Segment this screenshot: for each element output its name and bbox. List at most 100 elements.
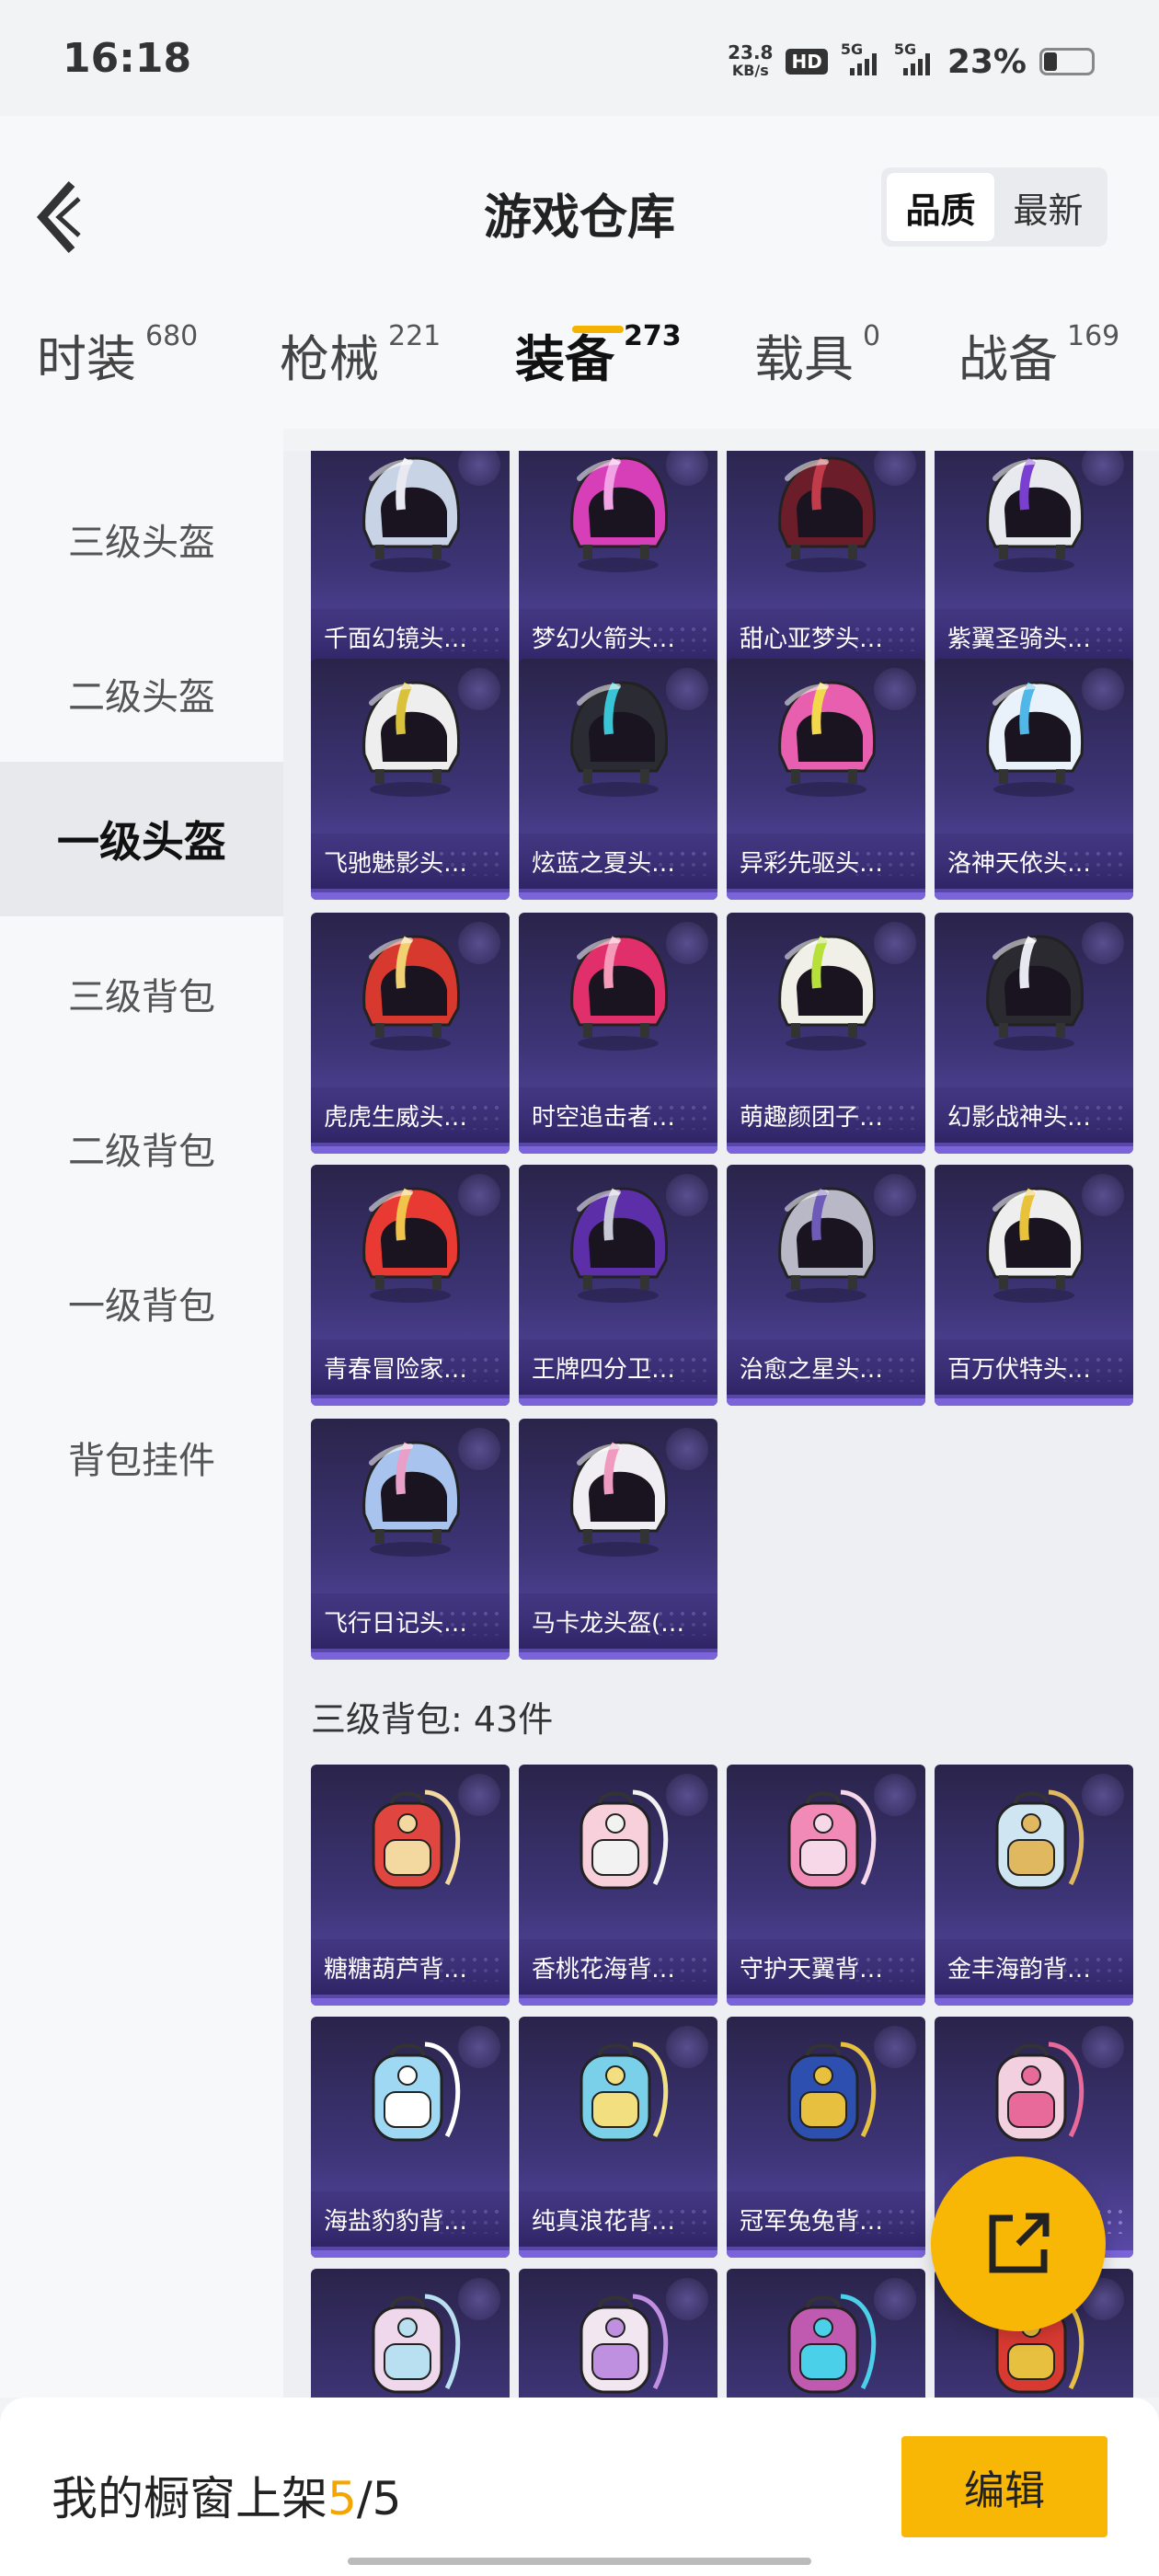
- helmet-icon: [968, 670, 1100, 802]
- helmet-name: 飞行日记头…: [311, 1593, 510, 1649]
- backpack-name: 守护天翼背…: [727, 1939, 925, 1995]
- backpack-card[interactable]: 守护天翼背…: [727, 1765, 925, 2006]
- showcase-current: 5: [327, 2472, 357, 2525]
- tab-label: 载具: [754, 330, 854, 388]
- backpack-icon: [968, 2028, 1100, 2160]
- helmet-icon: [760, 451, 892, 578]
- backpack-icon: [760, 1776, 892, 1908]
- sort-option-newest[interactable]: 最新: [994, 173, 1102, 241]
- home-indicator: [348, 2558, 811, 2565]
- helmet-icon: [760, 670, 892, 802]
- helmet-name: 紫翼圣骑头…: [935, 609, 1133, 664]
- signal-label: 5G: [840, 40, 864, 58]
- sidebar-item-backpack-lv3[interactable]: 三级背包: [0, 916, 283, 1071]
- backpack-card[interactable]: 冠军兔兔背…: [727, 2017, 925, 2258]
- edit-button[interactable]: 编辑: [901, 2436, 1107, 2537]
- helmet-icon: [344, 1430, 476, 1562]
- signal-icon-2: 5G: [894, 40, 935, 75]
- backpack-card[interactable]: [311, 2269, 510, 2398]
- backpack-card[interactable]: [727, 2269, 925, 2398]
- helmet-name: 青春冒险家…: [311, 1340, 510, 1395]
- tab-vehicles[interactable]: 载具 0: [754, 318, 880, 391]
- helmet-card[interactable]: 异彩先驱头…: [727, 659, 925, 900]
- helmet-name: 千面幻镜头…: [311, 609, 510, 664]
- helmet-icon: [968, 1176, 1100, 1308]
- tab-label: 枪械: [280, 330, 379, 388]
- tab-count: 680: [145, 320, 199, 352]
- sort-option-quality[interactable]: 品质: [887, 173, 994, 241]
- helmet-card[interactable]: 梦幻火箭头…: [519, 451, 717, 675]
- tab-label: 时装: [37, 330, 136, 388]
- helmet-card[interactable]: 飞驰魅影头…: [311, 659, 510, 900]
- tab-fashion[interactable]: 时装 680: [37, 318, 198, 391]
- backpack-card[interactable]: 糖糖葫芦背…: [311, 1765, 510, 2006]
- backpack-card[interactable]: 海盐豹豹背…: [311, 2017, 510, 2258]
- helmet-card[interactable]: 虎虎生威头…: [311, 913, 510, 1154]
- helmet-icon: [968, 451, 1100, 578]
- backpack-icon: [760, 2028, 892, 2160]
- helmet-icon: [344, 924, 476, 1056]
- sidebar-item-backpack-lv2[interactable]: 二级背包: [0, 1071, 283, 1225]
- helmet-name: 马卡龙头盔(…: [519, 1593, 717, 1649]
- backpack-icon: [968, 1776, 1100, 1908]
- helmet-card[interactable]: 马卡龙头盔(…: [519, 1419, 717, 1660]
- sidebar-item-helmet-lv1[interactable]: 一级头盔: [0, 762, 283, 916]
- battery-icon: [1039, 48, 1095, 75]
- network-speed-unit: KB/s: [731, 62, 769, 79]
- helmet-icon: [760, 1176, 892, 1308]
- helmet-icon: [552, 1176, 684, 1308]
- backpack-card[interactable]: 金丰海韵背…: [935, 1765, 1133, 2006]
- backpack-name: 海盐豹豹背…: [311, 2191, 510, 2247]
- helmet-name: 虎虎生威头…: [311, 1087, 510, 1143]
- helmet-card[interactable]: 治愈之星头…: [727, 1165, 925, 1406]
- helmet-card[interactable]: 千面幻镜头…: [311, 451, 510, 675]
- helmet-card[interactable]: 百万伏特头…: [935, 1165, 1133, 1406]
- sidebar-item-helmet-lv2[interactable]: 二级头盔: [0, 616, 283, 771]
- helmet-name: 萌趣颜团子…: [727, 1087, 925, 1143]
- backpack-icon: [552, 1776, 684, 1908]
- helmet-card[interactable]: 紫翼圣骑头…: [935, 451, 1133, 675]
- showcase-separator: /: [356, 2472, 373, 2525]
- battery-percent: 23%: [947, 42, 1027, 81]
- helmet-card[interactable]: 炫蓝之夏头…: [519, 659, 717, 900]
- share-button[interactable]: [931, 2156, 1106, 2331]
- helmet-name: 甜心亚梦头…: [727, 609, 925, 664]
- game-warehouse-page: 16:18 23.8 KB/s HD 5G 5G 23% 游戏仓库 品质 最新 …: [0, 0, 1159, 2576]
- active-tab-underline: [572, 326, 624, 333]
- bottom-bar: 我的橱窗上架5/5 编辑: [0, 2398, 1159, 2576]
- backpack-card[interactable]: 纯真浪花背…: [519, 2017, 717, 2258]
- helmet-card[interactable]: 甜心亚梦头…: [727, 451, 925, 675]
- status-time: 16:18: [63, 35, 192, 82]
- helmet-name: 时空追击者…: [519, 1087, 717, 1143]
- tab-label: 战备: [958, 330, 1058, 388]
- signal-icon: 5G: [841, 40, 881, 75]
- sidebar-item-backpack-charm[interactable]: 背包挂件: [0, 1380, 283, 1535]
- tab-supplies[interactable]: 战备 169: [958, 318, 1119, 391]
- helmet-card[interactable]: 青春冒险家…: [311, 1165, 510, 1406]
- helmet-icon: [344, 670, 476, 802]
- helmet-card[interactable]: 时空追击者…: [519, 913, 717, 1154]
- helmet-icon: [552, 1430, 684, 1562]
- helmet-name: 异彩先驱头…: [727, 834, 925, 889]
- tab-count: 273: [624, 320, 682, 352]
- backpack-name: 香桃花海背…: [519, 1939, 717, 1995]
- network-speed: 23.8 KB/s: [728, 43, 773, 80]
- tab-guns[interactable]: 枪械 221: [280, 318, 441, 391]
- backpack-name: 金丰海韵背…: [935, 1939, 1133, 1995]
- helmet-card[interactable]: 萌趣颜团子…: [727, 913, 925, 1154]
- network-speed-value: 23.8: [728, 41, 774, 63]
- sort-toggle: 品质 最新: [881, 167, 1107, 247]
- helmet-card[interactable]: 王牌四分卫…: [519, 1165, 717, 1406]
- backpack-card[interactable]: [519, 2269, 717, 2398]
- helmet-card[interactable]: 洛神天依头…: [935, 659, 1133, 900]
- tab-count: 221: [388, 320, 442, 352]
- share-icon: [989, 2213, 1050, 2273]
- sidebar-item-backpack-lv1[interactable]: 一级背包: [0, 1225, 283, 1380]
- helmet-card[interactable]: 幻影战神头…: [935, 913, 1133, 1154]
- backpack-card[interactable]: 香桃花海背…: [519, 1765, 717, 2006]
- helmet-card[interactable]: 飞行日记头…: [311, 1419, 510, 1660]
- signal-label-2: 5G: [893, 40, 917, 58]
- helmet-name: 王牌四分卫…: [519, 1340, 717, 1395]
- helmet-name: 幻影战神头…: [935, 1087, 1133, 1143]
- sidebar-item-helmet-lv3[interactable]: 三级头盔: [0, 462, 283, 616]
